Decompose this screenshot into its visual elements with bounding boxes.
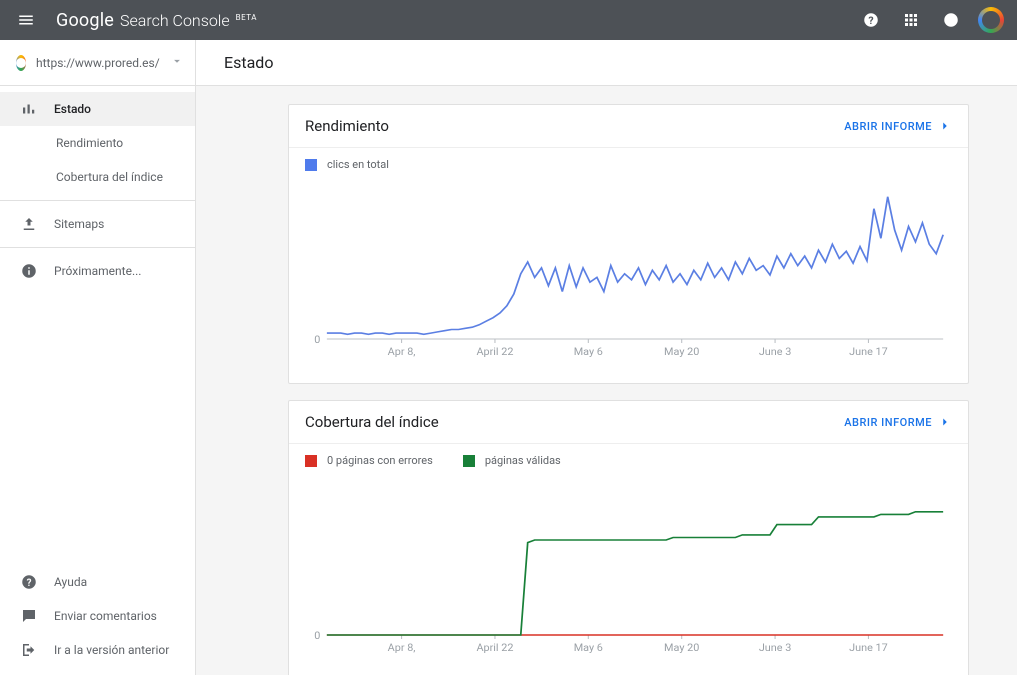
logo-google-text: Google — [56, 10, 114, 31]
sidebar-item-cobertura[interactable]: Cobertura del índice — [0, 160, 195, 194]
notifications-button[interactable] — [937, 6, 965, 34]
apps-grid-icon — [902, 11, 920, 29]
legend-item-errors: 0 páginas con errores — [305, 454, 433, 467]
logo-product-text: Search Console — [120, 11, 230, 30]
sidebar: https://www.prored.es/ Estado Rendimient… — [0, 40, 196, 675]
svg-text:April 22: April 22 — [476, 641, 513, 653]
svg-text:June 17: June 17 — [849, 641, 888, 653]
sidebar-item-label: Sitemaps — [54, 217, 104, 231]
svg-text:April 22: April 22 — [476, 345, 513, 357]
avatar-icon — [978, 7, 1004, 33]
swatch-green-icon — [463, 455, 475, 467]
menu-button[interactable] — [12, 6, 40, 34]
svg-text:June 3: June 3 — [759, 641, 792, 653]
feedback-icon — [20, 607, 38, 625]
page-titlebar: Estado — [196, 40, 1017, 86]
open-report-link[interactable]: ABRIR INFORME — [844, 119, 952, 133]
help-icon: ? — [20, 573, 38, 591]
app-header: Google Search Console BETA ? — [0, 0, 1017, 40]
sidebar-item-label: Cobertura del índice — [56, 170, 163, 184]
property-icon — [16, 55, 26, 71]
account-button[interactable] — [977, 6, 1005, 34]
sidebar-item-label: Enviar comentarios — [54, 609, 157, 623]
svg-text:May 6: May 6 — [574, 345, 603, 357]
legend-item-valid: páginas válidas — [463, 454, 561, 467]
hamburger-icon — [17, 11, 35, 29]
sidebar-item-estado[interactable]: Estado — [0, 92, 195, 126]
legend-label: 0 páginas con errores — [327, 454, 433, 467]
chart-legend: 0 páginas con errores páginas válidas — [289, 444, 968, 467]
chevron-right-icon — [938, 415, 952, 429]
bar-chart-icon — [20, 100, 38, 118]
sidebar-item-ayuda[interactable]: ? Ayuda — [0, 565, 195, 599]
svg-text:June 17: June 17 — [849, 345, 888, 357]
help-icon: ? — [862, 11, 880, 29]
svg-text:?: ? — [868, 14, 873, 27]
svg-text:May 20: May 20 — [664, 641, 699, 653]
upload-icon — [20, 215, 38, 233]
exit-icon — [20, 641, 38, 659]
svg-text:?: ? — [27, 578, 32, 589]
property-url: https://www.prored.es/ — [36, 56, 160, 70]
svg-text:May 20: May 20 — [664, 345, 699, 357]
product-logo: Google Search Console BETA — [56, 10, 257, 31]
sidebar-item-label: Rendimiento — [56, 136, 123, 150]
nav: Estado Rendimiento Cobertura del índice … — [0, 86, 195, 565]
sidebar-item-proximamente[interactable]: Próximamente... — [0, 254, 195, 288]
open-report-label: ABRIR INFORME — [844, 416, 932, 429]
chart-cobertura: 0 Apr 8, April 22 May 6 May 20 June 3 June 17 — [303, 473, 954, 663]
chart-legend: clics en total — [289, 148, 968, 171]
caret-down-icon — [170, 54, 184, 71]
card-title: Rendimiento — [305, 117, 389, 135]
sidebar-item-label: Próximamente... — [54, 264, 141, 278]
open-report-link[interactable]: ABRIR INFORME — [844, 415, 952, 429]
bell-icon — [942, 11, 960, 29]
sidebar-item-feedback[interactable]: Enviar comentarios — [0, 599, 195, 633]
property-selector[interactable]: https://www.prored.es/ — [0, 40, 195, 86]
card-rendimiento: Rendimiento ABRIR INFORME clics en total… — [288, 104, 969, 384]
sidebar-item-label: Ir a la versión anterior — [54, 643, 169, 657]
swatch-red-icon — [305, 455, 317, 467]
svg-text:Apr 8,: Apr 8, — [388, 345, 416, 357]
svg-text:0: 0 — [314, 333, 320, 345]
sidebar-item-label: Ayuda — [54, 575, 87, 589]
sidebar-bottom: ? Ayuda Enviar comentarios Ir a la versi… — [0, 565, 195, 675]
sidebar-item-old-version[interactable]: Ir a la versión anterior — [0, 633, 195, 667]
svg-text:Apr 8,: Apr 8, — [388, 641, 416, 653]
svg-text:June 3: June 3 — [759, 345, 792, 357]
open-report-label: ABRIR INFORME — [844, 120, 932, 133]
content: Estado Rendimiento ABRIR INFORME clics e… — [196, 40, 1017, 675]
card-title: Cobertura del índice — [305, 413, 439, 431]
apps-button[interactable] — [897, 6, 925, 34]
sidebar-item-rendimiento[interactable]: Rendimiento — [0, 126, 195, 160]
legend-label: páginas válidas — [485, 454, 561, 467]
sidebar-item-label: Estado — [54, 102, 91, 116]
chart-rendimiento: 0 Apr 8, April 22 May 6 May 20 June 3 June 17 — [303, 177, 954, 367]
logo-beta-badge: BETA — [236, 13, 257, 22]
card-cobertura: Cobertura del índice ABRIR INFORME 0 pág… — [288, 400, 969, 675]
svg-text:May 6: May 6 — [574, 641, 603, 653]
legend-item-clics: clics en total — [305, 158, 389, 171]
sidebar-item-sitemaps[interactable]: Sitemaps — [0, 207, 195, 241]
svg-text:0: 0 — [314, 629, 320, 641]
chevron-right-icon — [938, 119, 952, 133]
help-button[interactable]: ? — [857, 6, 885, 34]
swatch-blue-icon — [305, 159, 317, 171]
legend-label: clics en total — [327, 158, 389, 171]
page-title: Estado — [224, 53, 273, 72]
info-icon — [20, 262, 38, 280]
